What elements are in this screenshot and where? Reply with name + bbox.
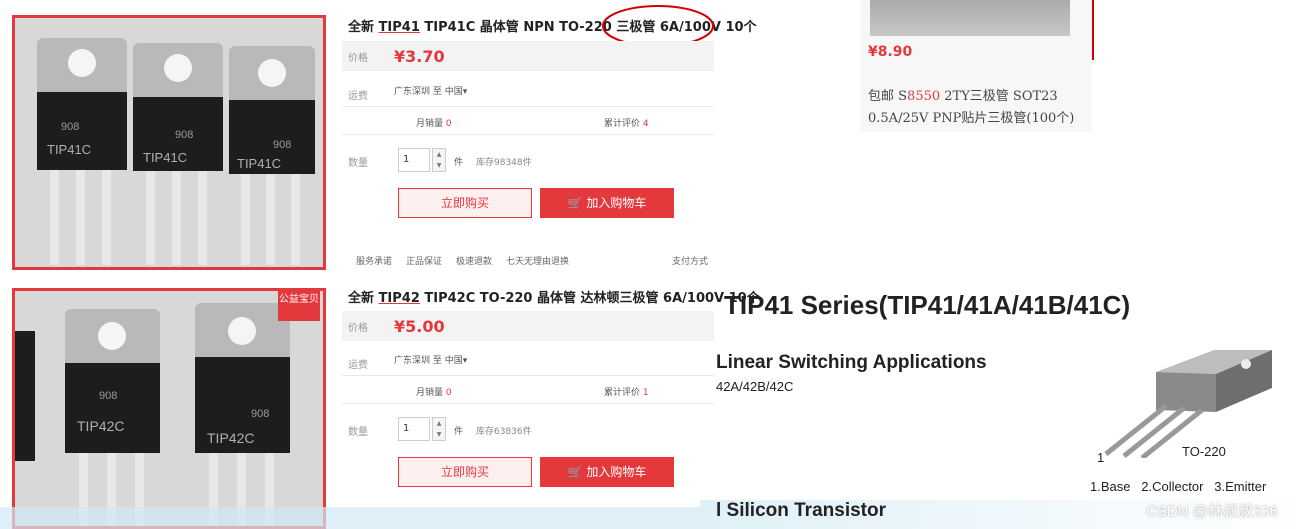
decrement-icon[interactable]: ▼	[433, 429, 445, 440]
svg-text:TIP42C: TIP42C	[207, 430, 254, 446]
cart-icon: 🛒	[567, 465, 583, 479]
buy-now-button[interactable]: 立即购买	[398, 188, 532, 218]
quantity-input[interactable]: 1	[398, 417, 430, 441]
pin-legend: 1.Base 2.Collector 3.Emitter	[1090, 479, 1267, 494]
transistor-photo-tip41: 908 TIP41C 908 TIP41C 908 TIP41C	[15, 18, 323, 267]
increment-icon[interactable]: ▲	[433, 418, 445, 429]
datasheet-title: TIP41 Series(TIP41/41A/41B/41C)	[724, 290, 1131, 320]
product-info-tip42: 全新 TIP42 TIP42C TO-220 晶体管 达林顿三极管 6A/100…	[342, 285, 760, 529]
stock: 库存63836件	[476, 427, 532, 437]
qty-label: 数量	[348, 427, 368, 438]
add-to-cart-button[interactable]: 🛒 加入购物车	[540, 457, 674, 487]
package-label: TO-220	[1182, 444, 1226, 459]
svg-text:908: 908	[273, 139, 291, 151]
chevron-down-icon: ▾	[462, 356, 468, 366]
product-info-tip41: 全新 TIP41 TIP41C 晶体管 NPN TO-220 三极管 6A/10…	[342, 5, 757, 274]
quantity-stepper[interactable]: ▲ ▼	[432, 417, 446, 441]
monthly-sales: 月销量 0	[416, 388, 452, 398]
shipping-row: 运费	[348, 91, 368, 102]
quantity-stepper[interactable]: ▲ ▼	[432, 148, 446, 172]
stock: 库存98348件	[476, 158, 532, 168]
chevron-down-icon: ▾	[462, 87, 468, 97]
datasheet-subtitle: Linear Switching Applications	[716, 352, 987, 373]
csdn-watermark: CSDN @林叔叔336	[1146, 503, 1278, 520]
annotation-mark	[1092, 0, 1098, 60]
svg-text:TIP41C: TIP41C	[143, 150, 187, 165]
related-item-price: ¥8.90	[868, 44, 913, 60]
add-to-cart-button[interactable]: 🛒 加入购物车	[540, 188, 674, 218]
related-item-image	[870, 0, 1070, 36]
pin1-label: 1	[1097, 450, 1105, 465]
increment-icon[interactable]: ▲	[433, 149, 445, 160]
shipping-destination[interactable]: 广东深圳 至 中国▾	[394, 84, 467, 97]
price-row: 价格 ¥5.00	[342, 311, 714, 341]
shipping-destination[interactable]: 广东深圳 至 中国▾	[394, 353, 467, 366]
price: ¥3.70	[394, 46, 445, 66]
product-image-tip41[interactable]: 908 TIP41C 908 TIP41C 908 TIP41C	[12, 15, 326, 270]
svg-text:TIP41C: TIP41C	[237, 156, 281, 171]
qty-label: 数量	[348, 158, 368, 169]
transistor-photo-tip42: 908 TIP42C 908 TIP42C	[15, 291, 323, 526]
svg-text:908: 908	[175, 129, 193, 141]
price-row: 价格 ¥3.70	[342, 41, 714, 71]
review-count[interactable]: 累计评价 4	[604, 116, 649, 129]
svg-text:TIP41C: TIP41C	[47, 142, 91, 157]
datasheet-footer: l Silicon Transistor	[716, 500, 886, 521]
related-item-card[interactable]: ¥8.90 包邮 S8550 2TY三极管 SOT23 0.5A/25V PNP…	[860, 0, 1092, 132]
review-count[interactable]: 累计评价 1	[604, 385, 649, 398]
qty-unit: 件	[454, 427, 464, 437]
charity-badge: 公益宝贝	[278, 291, 320, 321]
cart-icon: 🛒	[567, 196, 583, 210]
svg-text:908: 908	[61, 121, 79, 133]
quantity-input[interactable]: 1	[398, 148, 430, 172]
payment-method[interactable]: 支付方式	[672, 254, 708, 267]
monthly-sales: 月销量 0	[416, 119, 452, 129]
shipping-row: 运费	[348, 360, 368, 371]
buy-now-button[interactable]: 立即购买	[398, 457, 532, 487]
decrement-icon[interactable]: ▼	[433, 160, 445, 171]
product-title[interactable]: 全新 TIP42 TIP42C TO-220 晶体管 达林顿三极管 6A/100…	[348, 287, 760, 306]
svg-text:908: 908	[251, 408, 269, 420]
datasheet-variants: 42A/42B/42C	[716, 379, 794, 394]
product-image-tip42[interactable]: 908 TIP42C 908 TIP42C 公益宝贝	[12, 288, 326, 529]
overlay-strip	[0, 507, 700, 529]
to220-package-drawing	[1104, 350, 1272, 458]
svg-text:908: 908	[99, 390, 117, 402]
price: ¥5.00	[394, 316, 445, 336]
svg-text:TIP42C: TIP42C	[77, 418, 124, 434]
qty-unit: 件	[454, 158, 464, 168]
service-row: 服务承诺 正品保证 极速退款 七天无理由退换	[356, 257, 570, 267]
related-item-title[interactable]: 包邮 S8550 2TY三极管 SOT23 0.5A/25V PNP贴片三极管(…	[868, 86, 1074, 130]
